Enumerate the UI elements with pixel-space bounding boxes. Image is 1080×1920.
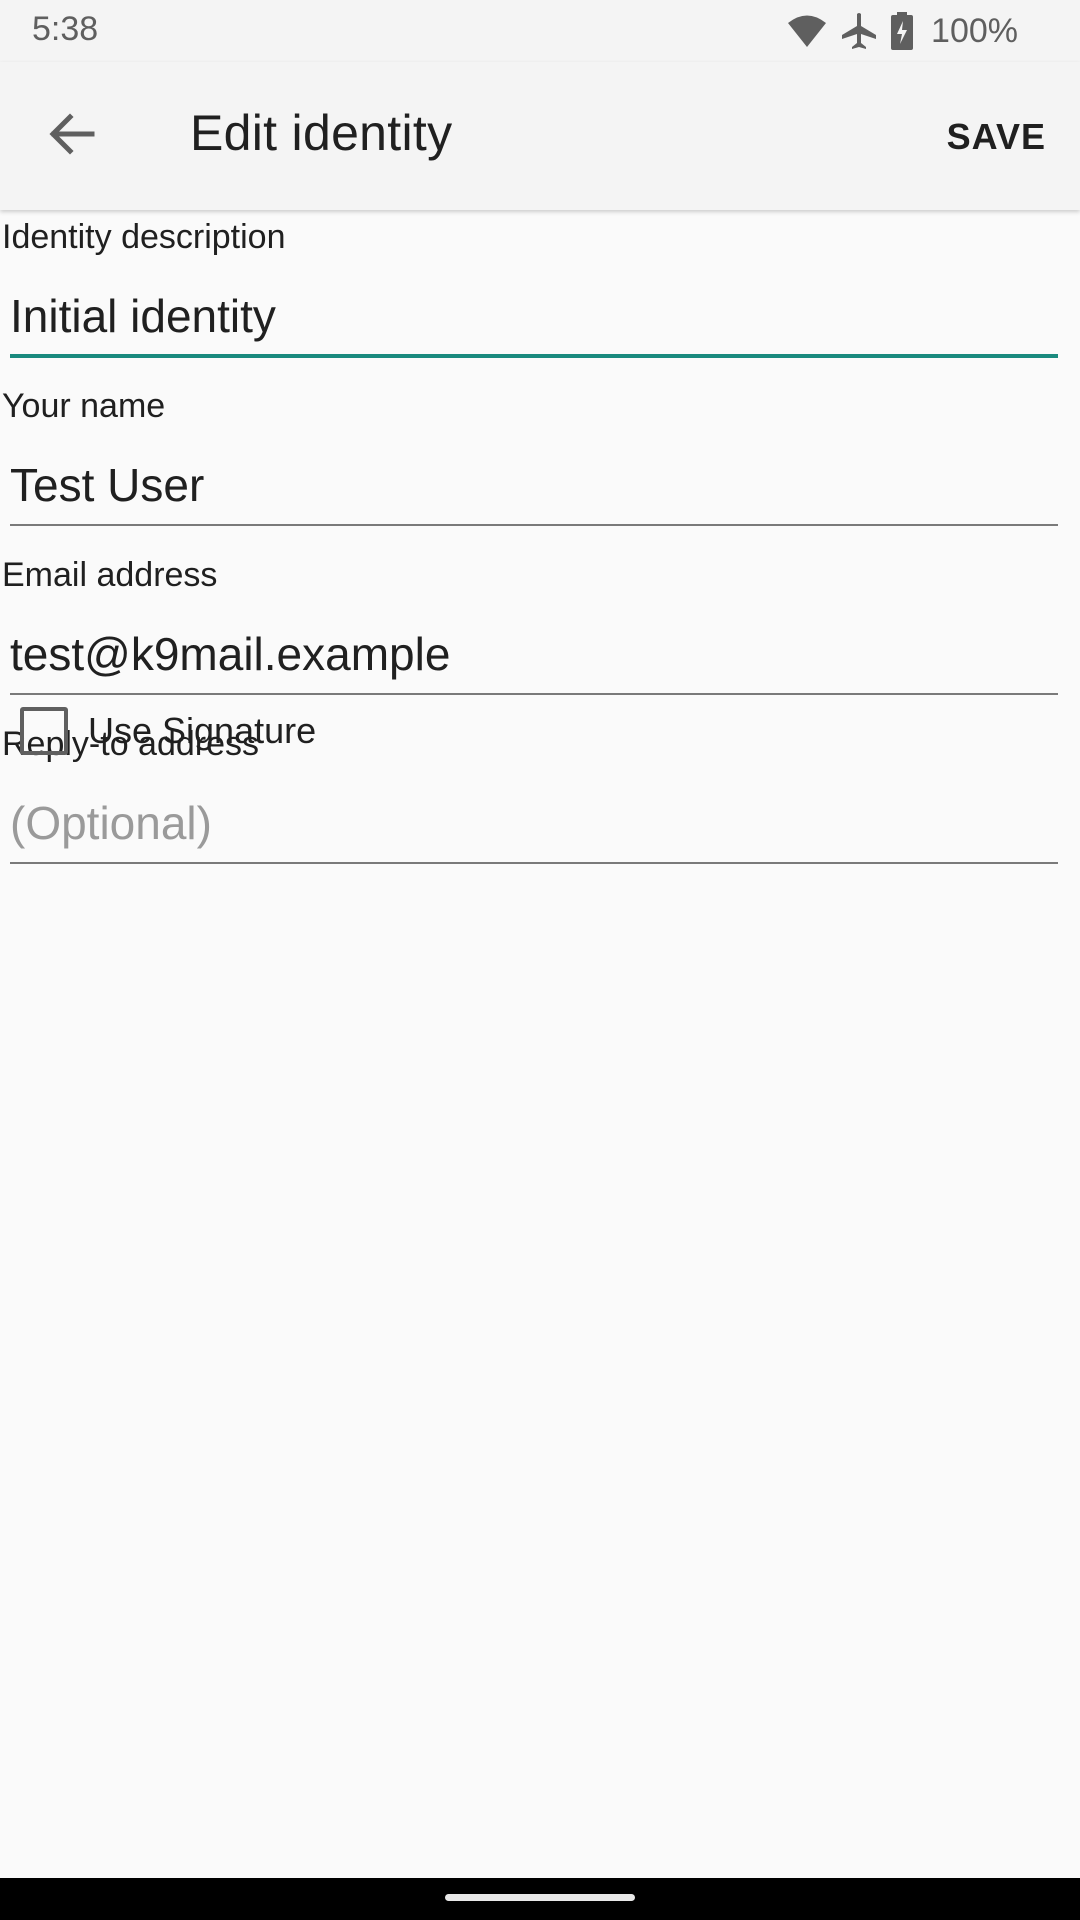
email-address-input[interactable] bbox=[10, 624, 1058, 684]
navigation-bar bbox=[0, 1878, 1080, 1920]
your-name-underline bbox=[10, 524, 1058, 526]
identity-description-input[interactable] bbox=[10, 286, 1058, 346]
your-name-label: Your name bbox=[2, 387, 166, 425]
use-signature-checkbox[interactable] bbox=[20, 707, 68, 755]
wifi-icon bbox=[787, 14, 827, 48]
arrow-back-icon bbox=[48, 112, 96, 161]
save-button[interactable]: SAVE bbox=[943, 108, 1050, 166]
edit-identity-screen: 5:38 100% Edit identity SAVE Identity de… bbox=[0, 0, 1080, 1920]
status-icons: 100% bbox=[787, 8, 1018, 54]
email-address-field: Email address bbox=[0, 548, 1080, 717]
reply-to-address-input[interactable] bbox=[10, 793, 1058, 853]
reply-to-address-underline bbox=[10, 862, 1058, 864]
your-name-input[interactable] bbox=[10, 455, 1058, 515]
battery-charging-icon bbox=[891, 12, 914, 50]
battery-percentage: 100% bbox=[931, 11, 1018, 50]
page-title: Edit identity bbox=[190, 105, 453, 161]
status-bar: 5:38 100% bbox=[0, 0, 1080, 62]
home-gesture-handle[interactable] bbox=[445, 1894, 635, 1901]
back-button[interactable] bbox=[36, 100, 108, 172]
email-address-label: Email address bbox=[2, 556, 218, 594]
identity-description-underline bbox=[10, 354, 1058, 358]
use-signature-checkbox-row[interactable]: Use Signature bbox=[0, 695, 1080, 767]
airplane-mode-icon bbox=[841, 12, 877, 50]
your-name-field: Your name bbox=[0, 379, 1080, 548]
identity-description-label: Identity description bbox=[2, 218, 286, 256]
identity-form: Identity description Your name Email add… bbox=[0, 210, 1080, 886]
identity-description-field: Identity description bbox=[0, 210, 1080, 379]
status-time: 5:38 bbox=[32, 10, 99, 48]
use-signature-label: Use Signature bbox=[88, 710, 317, 751]
app-bar: Edit identity SAVE bbox=[0, 62, 1080, 210]
